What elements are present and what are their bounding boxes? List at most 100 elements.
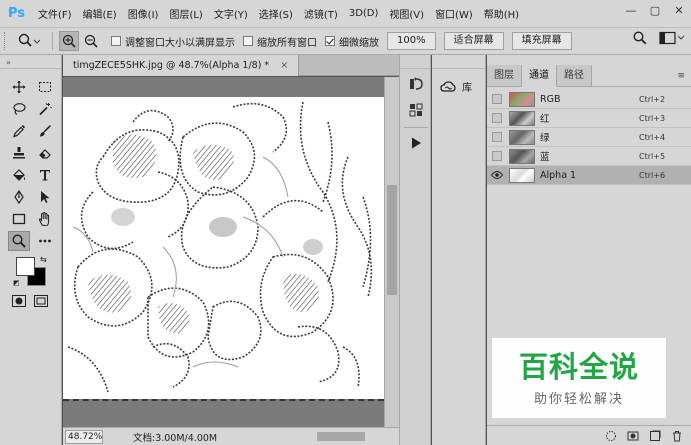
canvas-area[interactable] <box>63 77 384 427</box>
horizontal-scroll-thumb[interactable] <box>317 432 365 441</box>
move-tool[interactable] <box>8 77 30 97</box>
tab-layers[interactable]: 图层 <box>487 65 522 86</box>
visibility-toggle[interactable] <box>490 92 504 106</box>
menu-edit[interactable]: 编辑(E) <box>83 6 117 21</box>
image-canvas[interactable] <box>63 97 384 399</box>
visibility-box[interactable] <box>492 94 502 104</box>
document-size[interactable]: 文档:3.00M/4.00M <box>133 430 217 444</box>
channel-row-blue[interactable]: 蓝 Ctrl+5 <box>487 147 691 166</box>
channel-row-rgb[interactable]: RGB Ctrl+2 <box>487 90 691 109</box>
marquee-tool[interactable] <box>34 77 56 97</box>
properties-panel-button[interactable] <box>404 99 428 121</box>
toolbox-header[interactable]: » <box>0 55 61 69</box>
visibility-box[interactable] <box>492 132 502 142</box>
watermark-logo: 百科全说 助你轻松解决 <box>492 338 666 418</box>
close-button[interactable]: ✕ <box>667 0 691 22</box>
eyedropper-icon <box>13 125 25 138</box>
visibility-toggle[interactable] <box>490 130 504 144</box>
menu-layer[interactable]: 图层(L) <box>169 6 202 21</box>
eyedropper-tool[interactable] <box>8 121 30 141</box>
mask-overlay-bottom <box>63 399 384 427</box>
channel-row-red[interactable]: 红 Ctrl+3 <box>487 109 691 128</box>
fit-screen-button[interactable]: 适合屏幕 <box>443 32 504 50</box>
bucket-tool[interactable] <box>8 165 30 185</box>
type-tool[interactable] <box>34 165 56 185</box>
swap-colors-icon[interactable]: ⇆ <box>40 255 47 264</box>
menu-select[interactable]: 选择(S) <box>259 6 293 21</box>
restore-button[interactable]: ▢ <box>643 0 667 22</box>
type-icon <box>40 170 50 181</box>
photoshop-logo: Ps <box>8 5 26 21</box>
path-selection-tool[interactable] <box>34 187 56 207</box>
tab-channels[interactable]: 通道 <box>522 65 557 87</box>
zoom-level-field[interactable]: 48.72% <box>65 429 103 444</box>
panel-menu-icon[interactable]: ≡ <box>677 71 685 81</box>
menu-help[interactable]: 帮助(H) <box>484 6 519 21</box>
scrubby-zoom-checkbox[interactable]: 细微缩放 <box>325 34 379 49</box>
dock-strip-header[interactable] <box>400 55 430 69</box>
hand-tool[interactable] <box>34 209 56 229</box>
channel-shortcut: Ctrl+3 <box>639 113 666 123</box>
document-tab[interactable]: timgZECE5SHK.jpg @ 48.7%(Alpha 1/8) * × <box>63 55 300 76</box>
zoom-out-button[interactable] <box>81 31 101 51</box>
eye-icon[interactable] <box>491 171 503 179</box>
menu-type[interactable]: 文字(Y) <box>214 6 248 21</box>
menu-view[interactable]: 视图(V) <box>389 6 424 21</box>
actual-pixels-button[interactable]: 100% <box>387 32 436 50</box>
pen-tool[interactable] <box>8 187 30 207</box>
brush-tool[interactable] <box>34 121 56 141</box>
zoom-tool[interactable] <box>8 231 30 251</box>
close-tab-icon[interactable]: × <box>280 60 288 71</box>
visibility-box[interactable] <box>492 113 502 123</box>
visibility-toggle[interactable] <box>490 168 504 182</box>
options-grip[interactable] <box>4 32 8 50</box>
actions-play-button[interactable] <box>404 132 428 154</box>
panel-header[interactable] <box>487 55 691 65</box>
channel-row-green[interactable]: 绿 Ctrl+4 <box>487 128 691 147</box>
workspace-icon <box>659 31 685 45</box>
new-channel-icon[interactable] <box>649 430 661 442</box>
libraries-header[interactable] <box>432 55 485 69</box>
vertical-scrollbar[interactable] <box>384 77 399 427</box>
visibility-box[interactable] <box>492 151 502 161</box>
zoom-in-button[interactable] <box>59 31 79 51</box>
vertical-scroll-thumb[interactable] <box>387 185 397 295</box>
tool-preset-picker[interactable] <box>12 30 46 52</box>
zoom-all-box[interactable] <box>243 36 253 46</box>
resize-windows-box[interactable] <box>111 36 121 46</box>
collapse-chevrons-icon[interactable]: » <box>6 58 11 67</box>
creative-cloud-icon <box>440 80 456 92</box>
menu-image[interactable]: 图像(I) <box>128 6 159 21</box>
default-colors-icon[interactable]: ◩ <box>13 279 20 287</box>
foreground-color[interactable] <box>16 257 35 276</box>
workspace-switcher[interactable] <box>659 31 685 48</box>
quick-mask-icon[interactable] <box>12 295 26 310</box>
tab-paths[interactable]: 路径 <box>557 65 592 86</box>
channel-row-alpha-1[interactable]: Alpha 1 Ctrl+6 <box>487 166 691 185</box>
minimize-button[interactable]: — <box>619 0 643 22</box>
magic-wand-tool[interactable] <box>34 99 56 119</box>
visibility-toggle[interactable] <box>490 111 504 125</box>
search-icon[interactable] <box>633 31 647 48</box>
lasso-tool[interactable] <box>8 99 30 119</box>
libraries-button[interactable]: 库 <box>440 79 485 94</box>
resize-windows-checkbox[interactable]: 调整窗口大小以满屏显示 <box>111 34 235 49</box>
screen-mode-icon[interactable] <box>34 295 48 310</box>
menu-3d[interactable]: 3D(D) <box>349 8 379 19</box>
save-selection-icon[interactable] <box>627 430 639 442</box>
zoom-all-checkbox[interactable]: 缩放所有窗口 <box>243 34 317 49</box>
delete-channel-icon[interactable] <box>671 430 683 442</box>
stamp-tool[interactable] <box>8 143 30 163</box>
menu-file[interactable]: 文件(F) <box>38 6 72 21</box>
visibility-toggle[interactable] <box>490 149 504 163</box>
hand-icon <box>38 212 50 226</box>
menu-filter[interactable]: 滤镜(T) <box>304 6 338 21</box>
rectangle-tool[interactable] <box>8 209 30 229</box>
history-panel-button[interactable] <box>404 73 428 95</box>
more-tools[interactable] <box>34 231 56 251</box>
menu-window[interactable]: 窗口(W) <box>435 6 473 21</box>
load-selection-icon[interactable] <box>605 430 617 442</box>
eraser-tool[interactable] <box>34 143 56 163</box>
fill-screen-button[interactable]: 填充屏幕 <box>511 32 572 50</box>
scrubby-zoom-box[interactable] <box>325 36 335 46</box>
